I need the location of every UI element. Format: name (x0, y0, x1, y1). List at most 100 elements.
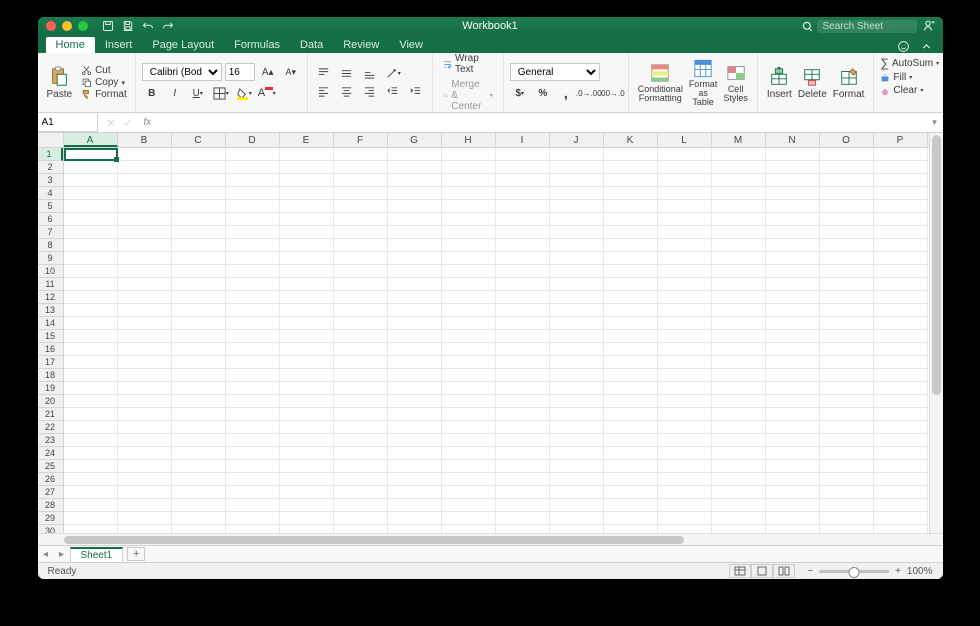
cell[interactable] (712, 395, 766, 408)
copy-button[interactable]: Copy▾ (79, 77, 129, 88)
cell[interactable] (712, 330, 766, 343)
sheet-nav-next[interactable]: ▸ (54, 549, 70, 560)
fill-color-button[interactable]: ▾ (234, 84, 254, 102)
cell[interactable] (550, 434, 604, 447)
cell[interactable] (64, 382, 118, 395)
cell[interactable] (442, 291, 496, 304)
cell[interactable] (496, 187, 550, 200)
cell[interactable] (712, 421, 766, 434)
cell[interactable] (766, 161, 820, 174)
cell[interactable] (604, 304, 658, 317)
cell[interactable] (118, 226, 172, 239)
cell[interactable] (712, 174, 766, 187)
cell[interactable] (820, 330, 874, 343)
cell[interactable] (604, 512, 658, 525)
cell[interactable] (496, 343, 550, 356)
cell[interactable] (226, 330, 280, 343)
cell[interactable] (226, 395, 280, 408)
cell[interactable] (388, 512, 442, 525)
cell[interactable] (334, 304, 388, 317)
cell[interactable] (172, 369, 226, 382)
cell[interactable] (388, 265, 442, 278)
cell[interactable] (658, 447, 712, 460)
format-cells-button[interactable]: Format (830, 56, 868, 109)
cell[interactable] (550, 265, 604, 278)
cell[interactable] (766, 486, 820, 499)
cell[interactable] (766, 239, 820, 252)
cell[interactable] (550, 317, 604, 330)
cell[interactable] (820, 434, 874, 447)
cell[interactable] (874, 187, 928, 200)
cell[interactable] (820, 265, 874, 278)
cell[interactable] (712, 213, 766, 226)
cell[interactable] (226, 161, 280, 174)
format-painter-button[interactable]: Format (79, 89, 129, 100)
merge-center-button[interactable]: Merge & Center▾ (439, 77, 497, 114)
increase-decimal-button[interactable]: .0→.00 (579, 84, 599, 102)
cell[interactable] (550, 213, 604, 226)
cell[interactable] (550, 486, 604, 499)
tab-page-layout[interactable]: Page Layout (142, 37, 224, 53)
cell[interactable] (118, 356, 172, 369)
column-header[interactable]: E (280, 133, 334, 147)
bold-button[interactable]: B (142, 84, 162, 102)
row-header[interactable]: 21 (38, 408, 63, 421)
italic-button[interactable]: I (165, 84, 185, 102)
cell[interactable] (658, 161, 712, 174)
cell[interactable] (172, 408, 226, 421)
cell[interactable] (388, 486, 442, 499)
cell[interactable] (388, 343, 442, 356)
tab-home[interactable]: Home (46, 37, 95, 53)
cell[interactable] (118, 330, 172, 343)
cell[interactable] (334, 447, 388, 460)
cell[interactable] (64, 252, 118, 265)
cell[interactable] (604, 174, 658, 187)
cell[interactable] (334, 174, 388, 187)
cell[interactable] (442, 356, 496, 369)
cell[interactable] (442, 369, 496, 382)
cell[interactable] (766, 499, 820, 512)
cell[interactable] (172, 525, 226, 533)
cell[interactable] (442, 187, 496, 200)
tab-data[interactable]: Data (290, 37, 333, 53)
cell[interactable] (442, 395, 496, 408)
cell[interactable] (64, 525, 118, 533)
cell[interactable] (64, 421, 118, 434)
sheet-tab[interactable]: Sheet1 (70, 547, 124, 562)
cell[interactable] (712, 291, 766, 304)
cell[interactable] (118, 499, 172, 512)
cell[interactable] (118, 278, 172, 291)
cell[interactable] (334, 239, 388, 252)
column-header[interactable]: N (766, 133, 820, 147)
cell[interactable] (64, 304, 118, 317)
search-input[interactable] (817, 20, 917, 33)
cell[interactable] (874, 291, 928, 304)
column-header[interactable]: B (118, 133, 172, 147)
cell[interactable] (226, 421, 280, 434)
cell[interactable] (64, 200, 118, 213)
cell[interactable] (604, 486, 658, 499)
cell[interactable] (280, 317, 334, 330)
cell[interactable] (172, 187, 226, 200)
cell[interactable] (334, 408, 388, 421)
cell[interactable] (334, 473, 388, 486)
sheet-nav-prev[interactable]: ◂ (38, 549, 54, 560)
cell[interactable] (874, 239, 928, 252)
cell[interactable] (820, 148, 874, 161)
cell[interactable] (604, 239, 658, 252)
cell[interactable] (766, 317, 820, 330)
cell[interactable] (712, 252, 766, 265)
cell[interactable] (226, 356, 280, 369)
cell[interactable] (766, 291, 820, 304)
cell[interactable] (658, 486, 712, 499)
cell[interactable] (766, 473, 820, 486)
cell[interactable] (712, 369, 766, 382)
cell[interactable] (874, 408, 928, 421)
cell[interactable] (64, 434, 118, 447)
cell[interactable] (442, 174, 496, 187)
cell[interactable] (64, 161, 118, 174)
cell[interactable] (64, 512, 118, 525)
number-format-select[interactable]: General (510, 63, 600, 81)
row-header[interactable]: 10 (38, 265, 63, 278)
decrease-indent-button[interactable] (383, 83, 403, 101)
